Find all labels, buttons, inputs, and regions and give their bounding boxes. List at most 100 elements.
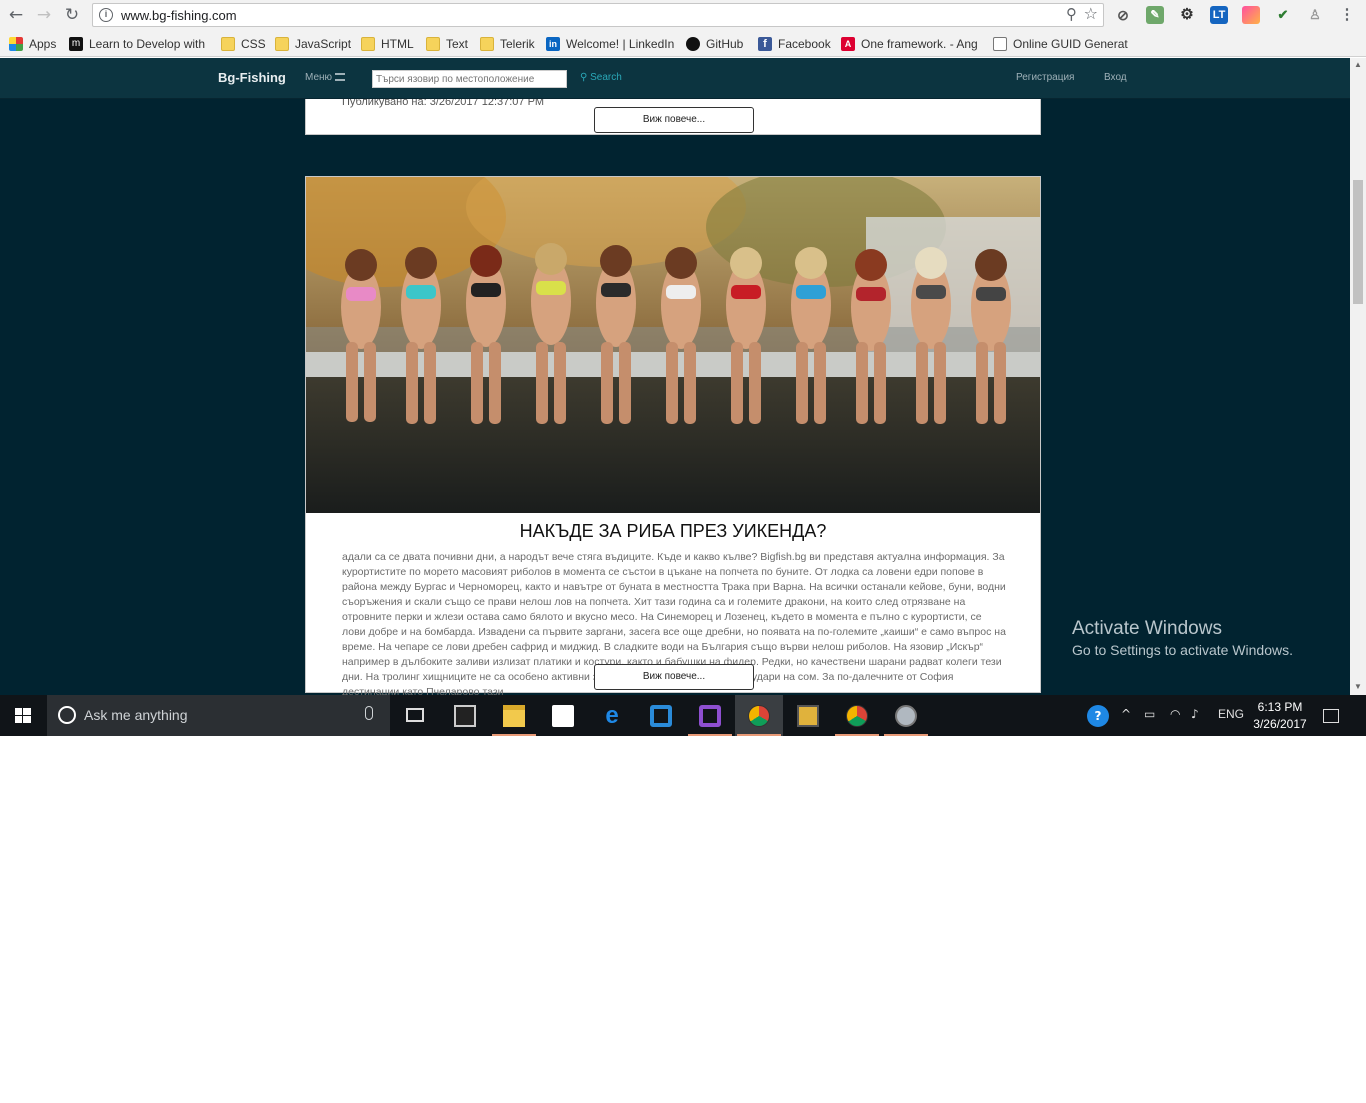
start-button[interactable] (0, 695, 46, 736)
bookmark-folder-css[interactable]: CSS (221, 35, 266, 53)
bookmark-folder-html[interactable]: HTML (361, 35, 414, 53)
extension-gear-icon[interactable]: ⚙ (1178, 6, 1196, 24)
extension-color-icon[interactable] (1242, 6, 1260, 24)
taskbar-visual-studio[interactable] (686, 695, 734, 736)
language-indicator[interactable]: ENG (1218, 707, 1244, 721)
taskbar-store[interactable] (539, 695, 587, 736)
bookmark-label: Telerik (500, 37, 535, 51)
task-view-icon (406, 708, 424, 722)
address-bar[interactable]: i www.bg-fishing.com ⚲ ☆ (92, 3, 1104, 27)
bookmark-label: One framework. - Ang (861, 37, 978, 51)
taskbar-chrome-second[interactable] (833, 695, 881, 736)
extension-sync-icon[interactable]: ⊘ (1114, 6, 1132, 24)
folder-icon (221, 37, 235, 51)
windows-taskbar: Ask me anything e ? ^ ▭ ◠ ♪ ENG 6:13 PM … (0, 695, 1366, 736)
bookmark-linkedin[interactable]: in Welcome! | LinkedIn (546, 35, 674, 53)
folder-icon (480, 37, 494, 51)
page-scrollbar[interactable]: ▲ ▼ (1350, 58, 1366, 695)
bookmark-label: Text (446, 37, 469, 51)
bookmark-folder-javascript[interactable]: JavaScript (275, 35, 351, 53)
bookmark-label: Online GUID Generato (1013, 37, 1128, 51)
bookmark-star-icon[interactable]: ☆ (1084, 4, 1098, 23)
running-indicator (492, 734, 536, 736)
bookmark-label: Apps (29, 37, 57, 51)
chrome-icon (748, 705, 770, 727)
bookmark-label: JavaScript (295, 37, 352, 51)
search-button[interactable]: ⚲ Search (580, 72, 622, 83)
chrome-icon (846, 705, 868, 727)
screen: ← → ↻ i www.bg-fishing.com ⚲ ☆ ⊘ ✎ ⚙ LT … (0, 0, 1366, 736)
notifications-icon[interactable] (1323, 709, 1339, 723)
extension-eyedropper-icon[interactable]: ✎ (1146, 6, 1164, 24)
activate-windows-watermark: Activate Windows Go to Settings to activ… (1072, 618, 1293, 658)
m-logo-icon: m (69, 37, 83, 51)
taskbar-vscode[interactable] (637, 695, 685, 736)
bookmarks-bar: Apps m Learn to Develop with CSS JavaScr… (0, 30, 1366, 57)
volume-icon[interactable]: ♪ (1191, 707, 1199, 721)
bookmark-label: Facebook (778, 37, 831, 51)
help-icon[interactable]: ? (1087, 705, 1109, 727)
running-indicator (688, 734, 732, 736)
scrollbar-thumb[interactable] (1353, 180, 1363, 304)
angular-icon: A (841, 37, 855, 51)
search-input[interactable] (372, 70, 567, 88)
paint-icon (895, 705, 917, 727)
github-icon (686, 37, 700, 51)
system-clock[interactable]: 6:13 PM 3/26/2017 (1250, 699, 1310, 733)
extension-tree-icon[interactable]: ♙ (1306, 6, 1324, 24)
bookmark-angular[interactable]: A One framework. - Ang (841, 35, 978, 53)
bookmark-github[interactable]: GitHub (686, 35, 743, 53)
page-viewport: Публикувано на: 3/26/2017 12:37:07 PM Ви… (0, 58, 1350, 695)
bookmark-learn-develop[interactable]: m Learn to Develop with (69, 35, 206, 53)
post-card: НАКЪДЕ ЗА РИБА ПРЕЗ УИКЕНДА? адали са се… (305, 176, 1041, 695)
extension-check-icon[interactable]: ✔ (1274, 6, 1292, 24)
register-link[interactable]: Регистрация (1016, 72, 1074, 83)
linkedin-icon: in (546, 37, 560, 51)
folder-icon (275, 37, 289, 51)
site-brand[interactable]: Bg-Fishing (218, 70, 286, 85)
menu-label: Меню (305, 72, 333, 83)
vscode-icon (650, 705, 672, 727)
site-info-icon[interactable]: i (99, 8, 113, 22)
bookmark-apps[interactable]: Apps (9, 35, 56, 53)
bookmark-folder-text[interactable]: Text (426, 35, 468, 53)
bookmark-label: Learn to Develop with (89, 37, 206, 51)
apps-grid-icon (9, 37, 23, 51)
taskbar-edge[interactable]: e (588, 695, 636, 736)
forward-arrow-icon[interactable]: → (34, 5, 54, 25)
reload-icon[interactable]: ↻ (62, 5, 82, 25)
view-more-button[interactable]: Виж повече... (594, 664, 754, 690)
bookmark-facebook[interactable]: f Facebook (758, 35, 831, 53)
scroll-up-arrow-icon[interactable]: ▲ (1354, 60, 1362, 69)
post-card: Публикувано на: 3/26/2017 12:37:07 PM Ви… (305, 96, 1041, 135)
zoom-icon[interactable]: ⚲ (1066, 5, 1077, 23)
menu-dropdown[interactable]: Меню (305, 72, 346, 83)
task-view-button[interactable] (391, 695, 439, 736)
facebook-icon: f (758, 37, 772, 51)
browser-menu-icon[interactable]: ⋮ (1338, 6, 1356, 24)
post-image (306, 177, 1040, 513)
clock-date: 3/26/2017 (1253, 717, 1307, 731)
battery-icon[interactable]: ▭ (1144, 707, 1155, 721)
taskbar-tools[interactable] (784, 695, 832, 736)
bookmark-folder-telerik[interactable]: Telerik (480, 35, 535, 53)
taskbar-file-explorer[interactable] (490, 695, 538, 736)
view-more-button[interactable]: Виж повече... (594, 107, 754, 133)
taskbar-cmd[interactable] (441, 695, 489, 736)
taskbar-chrome[interactable] (735, 695, 783, 736)
watermark-title: Activate Windows (1072, 618, 1222, 639)
post-title: НАКЪДЕ ЗА РИБА ПРЕЗ УИКЕНДА? (519, 521, 827, 541)
running-indicator (835, 734, 879, 736)
login-link[interactable]: Вход (1104, 72, 1127, 83)
extension-lt-icon[interactable]: LT (1210, 6, 1228, 24)
back-arrow-icon[interactable]: ← (6, 5, 26, 25)
bookmark-guid-generator[interactable]: Online GUID Generato (993, 35, 1128, 53)
cortana-search-box[interactable]: Ask me anything (47, 695, 390, 736)
microphone-icon[interactable] (365, 706, 373, 720)
scroll-down-arrow-icon[interactable]: ▼ (1354, 682, 1362, 691)
search-icon: ⚲ (580, 72, 588, 83)
site-navbar: Bg-Fishing Меню ⚲ Search Регистрация Вхо… (0, 58, 1350, 99)
show-hidden-icons-icon[interactable]: ^ (1121, 707, 1131, 721)
network-icon[interactable]: ◠ (1170, 707, 1180, 721)
taskbar-paint[interactable] (882, 695, 930, 736)
